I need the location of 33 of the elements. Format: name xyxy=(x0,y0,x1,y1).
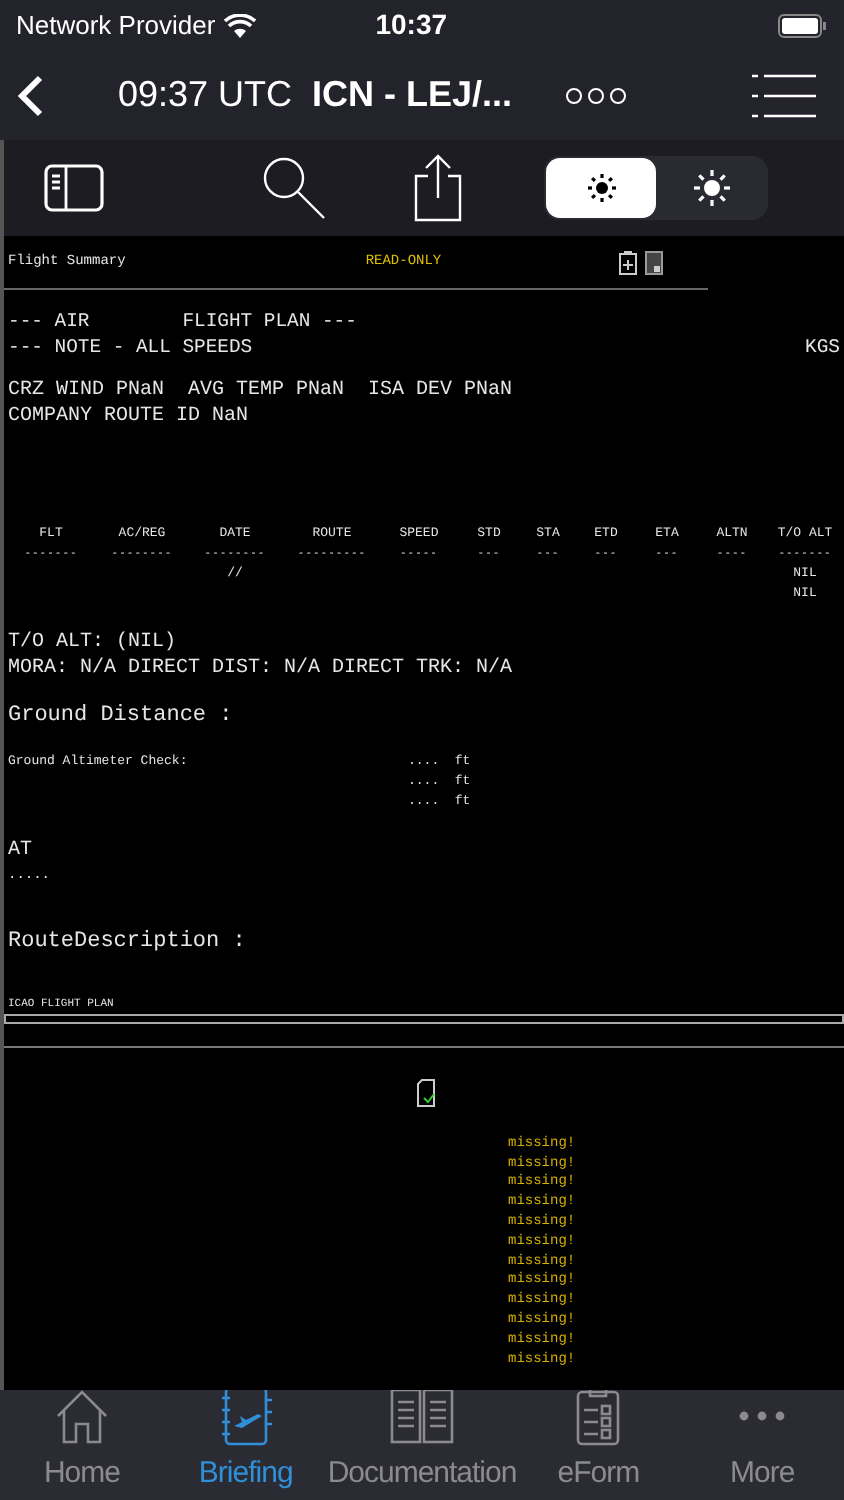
open-book-icon xyxy=(388,1385,457,1445)
battery-icon xyxy=(778,13,828,37)
tab-bar-item[interactable]: eForm xyxy=(516,1383,681,1496)
clipboard-add-icon xyxy=(617,250,638,276)
flight-info-line: CRZ WIND PNaN AVG TEMP PNaN ISA DEV PNaN xyxy=(8,378,513,404)
document-icon xyxy=(643,250,664,276)
atc-label: AT xyxy=(6,837,33,865)
document-check-icon xyxy=(416,1077,438,1108)
search-button[interactable] xyxy=(260,154,328,222)
sidebar-toggle-button[interactable] xyxy=(44,164,104,212)
route-description-heading: RouteDescription : xyxy=(6,928,246,958)
share-button[interactable] xyxy=(412,154,464,222)
tab-bar-item[interactable]: Home xyxy=(0,1383,164,1496)
tab-bar-item[interactable]: Briefing xyxy=(163,1383,328,1496)
sun-icon xyxy=(689,166,733,210)
dim-brightness-button[interactable] xyxy=(546,158,656,218)
flight-info-line: COMPANY ROUTE ID NaN xyxy=(8,404,249,430)
unit-label: KGS xyxy=(805,335,840,360)
clock-time: 10:37 xyxy=(375,6,448,44)
carrier-name: Network Provider xyxy=(16,7,216,44)
tab-bar-item[interactable]: Documentation xyxy=(327,1383,517,1496)
flight-plan-line: --- AIR FLIGHT PLAN --- xyxy=(8,310,357,335)
tab-bar-item[interactable]: More xyxy=(680,1383,844,1496)
altitude-info-line: MORA: N/A DIRECT DIST: N/A DIRECT TRK: N/A xyxy=(8,657,513,682)
more-options-button[interactable] xyxy=(564,85,629,105)
altitude-info-line: T/O ALT: (NIL) xyxy=(8,632,177,657)
menu-button[interactable] xyxy=(752,71,816,119)
flight-plan-line: --- NOTE - ALL SPEEDS xyxy=(8,335,253,360)
more-icon xyxy=(736,1407,789,1423)
wifi-icon xyxy=(223,13,256,37)
ground-distance-heading: Ground Distance : xyxy=(6,702,233,732)
route-title: ICN - LEJ/... xyxy=(312,72,513,118)
utc-time: 09:37 UTC xyxy=(118,72,293,118)
